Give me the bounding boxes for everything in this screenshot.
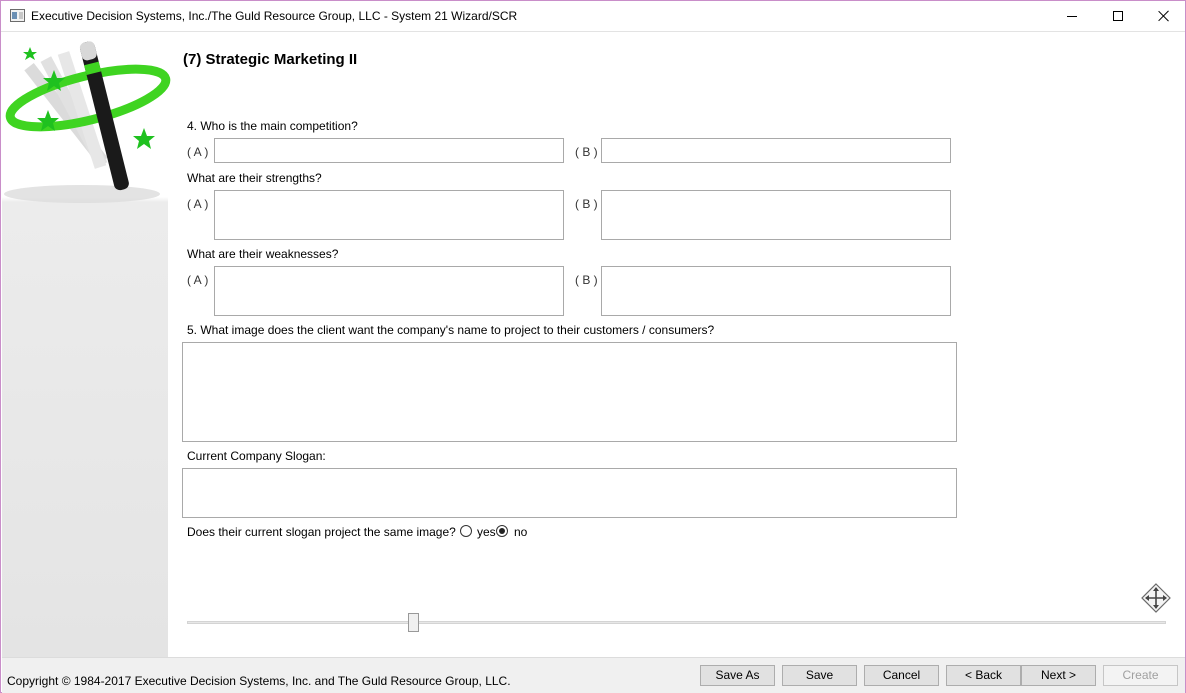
strengths-b-field[interactable] [601,190,951,240]
slogan-image-yes-radio[interactable] [460,525,472,537]
slogan-label: Current Company Slogan: [187,449,326,463]
strengths-label-a: ( A ) [187,197,209,211]
slogan-image-question: Does their current slogan project the sa… [187,525,456,539]
minimize-icon [1067,15,1077,17]
copyright-text: Copyright © 1984-2017 Executive Decision… [7,674,511,688]
image-field[interactable] [182,342,957,442]
title-bar: Executive Decision Systems, Inc./The Gul… [1,1,1185,32]
app-window-icon [10,9,25,22]
next-button[interactable]: Next > [1021,665,1096,686]
close-icon [1158,10,1170,22]
move-arrows-icon[interactable] [1140,582,1172,614]
strengths-question: What are their strengths? [187,171,322,185]
minimize-button[interactable] [1049,1,1095,31]
cancel-button[interactable]: Cancel [864,665,939,686]
competition-a-field[interactable] [214,138,564,163]
save-button[interactable]: Save [782,665,857,686]
weaknesses-b-field[interactable] [601,266,951,316]
wizard-side-panel [2,32,171,657]
competition-label-a: ( A ) [187,145,209,159]
image-question: 5. What image does the client want the c… [187,323,715,337]
slogan-image-no-label[interactable]: no [514,525,527,539]
competition-question: 4. Who is the main competition? [187,119,358,133]
strengths-a-field[interactable] [214,190,564,240]
maximize-icon [1113,11,1123,21]
window-title: Executive Decision Systems, Inc./The Gul… [31,9,518,23]
strengths-label-b: ( B ) [575,197,598,211]
maximize-button[interactable] [1095,1,1141,31]
weaknesses-label-b: ( B ) [575,273,598,287]
weaknesses-label-a: ( A ) [187,273,209,287]
slogan-field[interactable] [182,468,957,518]
slogan-image-yes-label[interactable]: yes [477,525,496,539]
back-button[interactable]: < Back [946,665,1021,686]
close-button[interactable] [1141,1,1186,31]
magic-wand-icon [4,41,171,203]
competition-b-field[interactable] [601,138,951,163]
slider-thumb[interactable] [408,613,419,632]
weaknesses-question: What are their weaknesses? [187,247,339,261]
competition-label-b: ( B ) [575,145,598,159]
weaknesses-a-field[interactable] [214,266,564,316]
app-window: Executive Decision Systems, Inc./The Gul… [0,0,1186,693]
page-title: (7) Strategic Marketing II [183,51,358,68]
slider-track[interactable] [187,621,1166,624]
slogan-image-no-radio[interactable] [496,525,508,537]
save-as-button[interactable]: Save As [700,665,775,686]
create-button[interactable]: Create [1103,665,1178,686]
